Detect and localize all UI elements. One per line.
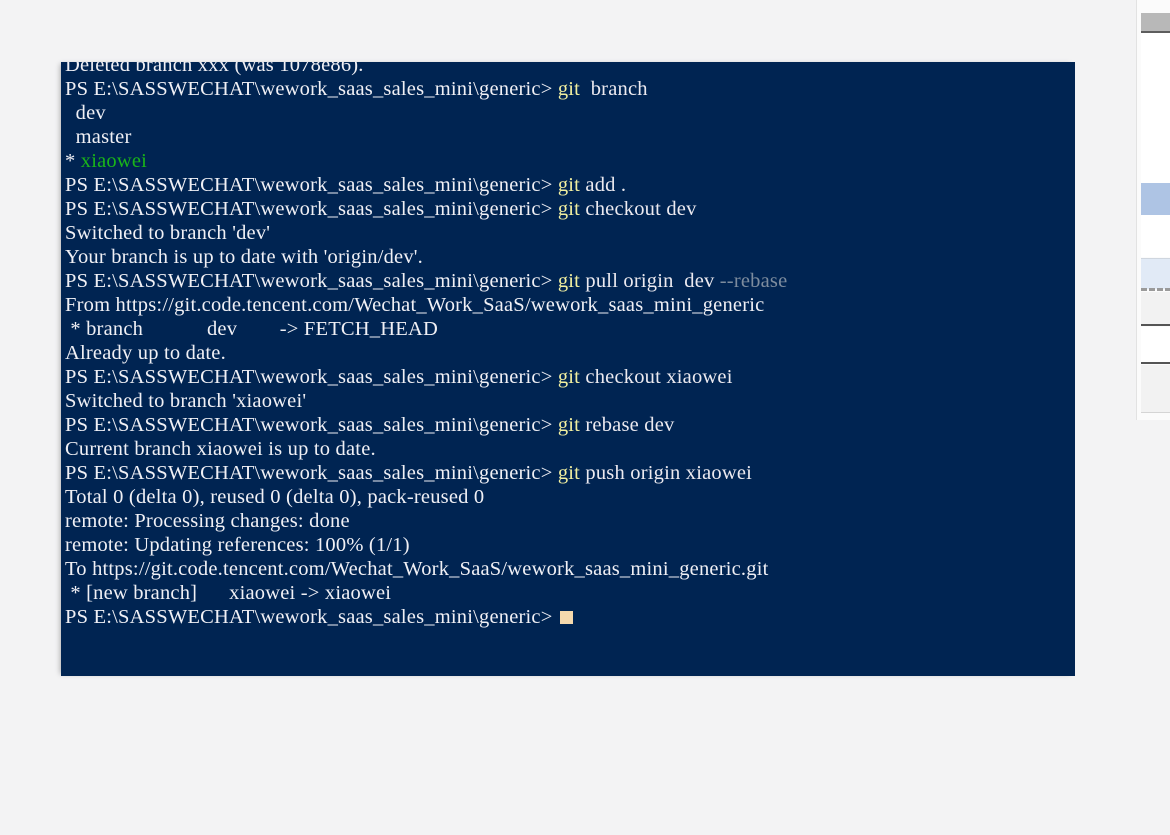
terminal-text-segment: * branch dev -> FETCH_HEAD bbox=[65, 318, 438, 340]
terminal-prompt-line: PS E:\SASSWECHAT\wework_saas_sales_mini\… bbox=[61, 269, 1075, 293]
terminal-prompt-line: PS E:\SASSWECHAT\wework_saas_sales_mini\… bbox=[61, 605, 1075, 629]
terminal-output-line: Already up to date. bbox=[61, 341, 1075, 365]
terminal-text-segment: --rebase bbox=[719, 270, 788, 292]
right-side-panel[interactable] bbox=[1136, 0, 1170, 420]
terminal-output-line: Current branch xiaowei is up to date. bbox=[61, 437, 1075, 461]
panel-blue-selection[interactable] bbox=[1141, 183, 1170, 215]
terminal-text-segment: git bbox=[557, 78, 586, 100]
panel-dashed-divider bbox=[1141, 288, 1170, 291]
terminal-text-segment: add . bbox=[585, 174, 627, 196]
terminal-text-segment: Total 0 (delta 0), reused 0 (delta 0), p… bbox=[65, 486, 485, 508]
terminal-text-segment: remote: Updating references: 100% (1/1) bbox=[65, 534, 410, 556]
terminal-text-segment: To https://git.code.tencent.com/Wechat_W… bbox=[65, 558, 769, 580]
panel-gray-region-1 bbox=[1141, 292, 1170, 324]
terminal-text-segment: PS E:\SASSWECHAT\wework_saas_sales_mini\… bbox=[65, 198, 558, 220]
terminal-text-segment: rebase dev bbox=[585, 414, 675, 436]
terminal-text-segment: Already up to date. bbox=[65, 342, 226, 364]
panel-light-blue-region[interactable] bbox=[1141, 258, 1170, 289]
terminal-cursor bbox=[559, 611, 573, 624]
terminal-text-segment: PS E:\SASSWECHAT\wework_saas_sales_mini\… bbox=[65, 606, 553, 628]
terminal-text-segment: git bbox=[557, 462, 586, 484]
terminal-output-line: Your branch is up to date with 'origin/d… bbox=[61, 245, 1075, 269]
terminal-text-segment: Your branch is up to date with 'origin/d… bbox=[65, 246, 424, 268]
terminal-text-segment: checkout dev bbox=[585, 198, 697, 220]
terminal-text-segment: branch bbox=[585, 78, 648, 100]
panel-dark-rule-1 bbox=[1141, 324, 1170, 326]
terminal-text-segment: Switched to branch 'dev' bbox=[65, 222, 271, 244]
terminal-prompt-line: PS E:\SASSWECHAT\wework_saas_sales_mini\… bbox=[61, 173, 1075, 197]
panel-gray-region-2 bbox=[1141, 365, 1170, 413]
terminal-output-line: Switched to branch 'xiaowei' bbox=[61, 389, 1075, 413]
terminal-text-segment: PS E:\SASSWECHAT\wework_saas_sales_mini\… bbox=[65, 78, 558, 100]
terminal-output-line: remote: Updating references: 100% (1/1) bbox=[61, 533, 1075, 557]
terminal-prompt-line: PS E:\SASSWECHAT\wework_saas_sales_mini\… bbox=[61, 413, 1075, 437]
terminal-prompt-line: PS E:\SASSWECHAT\wework_saas_sales_mini\… bbox=[61, 197, 1075, 221]
terminal-text-segment: * [new branch] xiaowei -> xiaowei bbox=[65, 582, 392, 604]
terminal-text-segment: PS E:\SASSWECHAT\wework_saas_sales_mini\… bbox=[65, 174, 558, 196]
terminal-output-line: Switched to branch 'dev' bbox=[61, 221, 1075, 245]
terminal-text-segment: git bbox=[557, 198, 586, 220]
terminal-output-line: To https://git.code.tencent.com/Wechat_W… bbox=[61, 557, 1075, 581]
terminal-text-segment: pull origin dev bbox=[585, 270, 720, 292]
panel-white-region-2 bbox=[1141, 215, 1170, 257]
terminal-text-segment: Current branch xiaowei is up to date. bbox=[65, 438, 376, 460]
terminal-text-segment: Deleted branch xxx (was 1078e86). bbox=[65, 62, 364, 76]
terminal-text-segment: Switched to branch 'xiaowei' bbox=[65, 390, 307, 412]
terminal-text-segment: dev bbox=[65, 102, 106, 124]
panel-white-region-3 bbox=[1141, 327, 1170, 362]
terminal-text-segment: PS E:\SASSWECHAT\wework_saas_sales_mini\… bbox=[65, 462, 558, 484]
terminal-text-segment: remote: Processing changes: done bbox=[65, 510, 350, 532]
terminal-text-segment: git bbox=[557, 270, 586, 292]
terminal-output-line: dev bbox=[61, 101, 1075, 125]
terminal-text-segment: git bbox=[557, 366, 586, 388]
terminal-text-segment: PS E:\SASSWECHAT\wework_saas_sales_mini\… bbox=[65, 366, 558, 388]
terminal-prompt-line: PS E:\SASSWECHAT\wework_saas_sales_mini\… bbox=[61, 365, 1075, 389]
terminal-text-segment: git bbox=[557, 414, 586, 436]
terminal-output-line: From https://git.code.tencent.com/Wechat… bbox=[61, 293, 1075, 317]
terminal-text-segment: PS E:\SASSWECHAT\wework_saas_sales_mini\… bbox=[65, 414, 558, 436]
terminal-output-line: Deleted branch xxx (was 1078e86). bbox=[61, 62, 1075, 77]
terminal-text-segment: git bbox=[557, 174, 586, 196]
terminal-output-line: * xiaowei bbox=[61, 149, 1075, 173]
terminal-output-line: * [new branch] xiaowei -> xiaowei bbox=[61, 581, 1075, 605]
terminal-text-segment: * bbox=[65, 150, 81, 172]
terminal-output-line: master bbox=[61, 125, 1075, 149]
terminal-text-segment: From https://git.code.tencent.com/Wechat… bbox=[65, 294, 765, 316]
powershell-terminal-window[interactable]: Deleted branch xxx (was 1078e86). PS E:\S… bbox=[61, 62, 1075, 676]
panel-white-region-1 bbox=[1141, 33, 1170, 183]
terminal-text-segment: checkout xiaowei bbox=[585, 366, 733, 388]
terminal-text-segment: master bbox=[65, 126, 132, 148]
terminal-output-area[interactable]: Deleted branch xxx (was 1078e86). PS E:\S… bbox=[61, 62, 1075, 629]
terminal-output-line: Total 0 (delta 0), reused 0 (delta 0), p… bbox=[61, 485, 1075, 509]
terminal-text-segment: PS E:\SASSWECHAT\wework_saas_sales_mini\… bbox=[65, 270, 558, 292]
panel-gray-header-bar bbox=[1141, 13, 1170, 33]
panel-divider-rule-3 bbox=[1141, 412, 1170, 413]
terminal-text-segment: xiaowei bbox=[80, 150, 148, 172]
terminal-text-segment: push origin xiaowei bbox=[585, 462, 753, 484]
terminal-output-line: * branch dev -> FETCH_HEAD bbox=[61, 317, 1075, 341]
terminal-prompt-line: PS E:\SASSWECHAT\wework_saas_sales_mini\… bbox=[61, 461, 1075, 485]
terminal-output-line: remote: Processing changes: done bbox=[61, 509, 1075, 533]
terminal-prompt-line: PS E:\SASSWECHAT\wework_saas_sales_mini\… bbox=[61, 77, 1075, 101]
panel-dark-rule-2 bbox=[1141, 362, 1170, 364]
